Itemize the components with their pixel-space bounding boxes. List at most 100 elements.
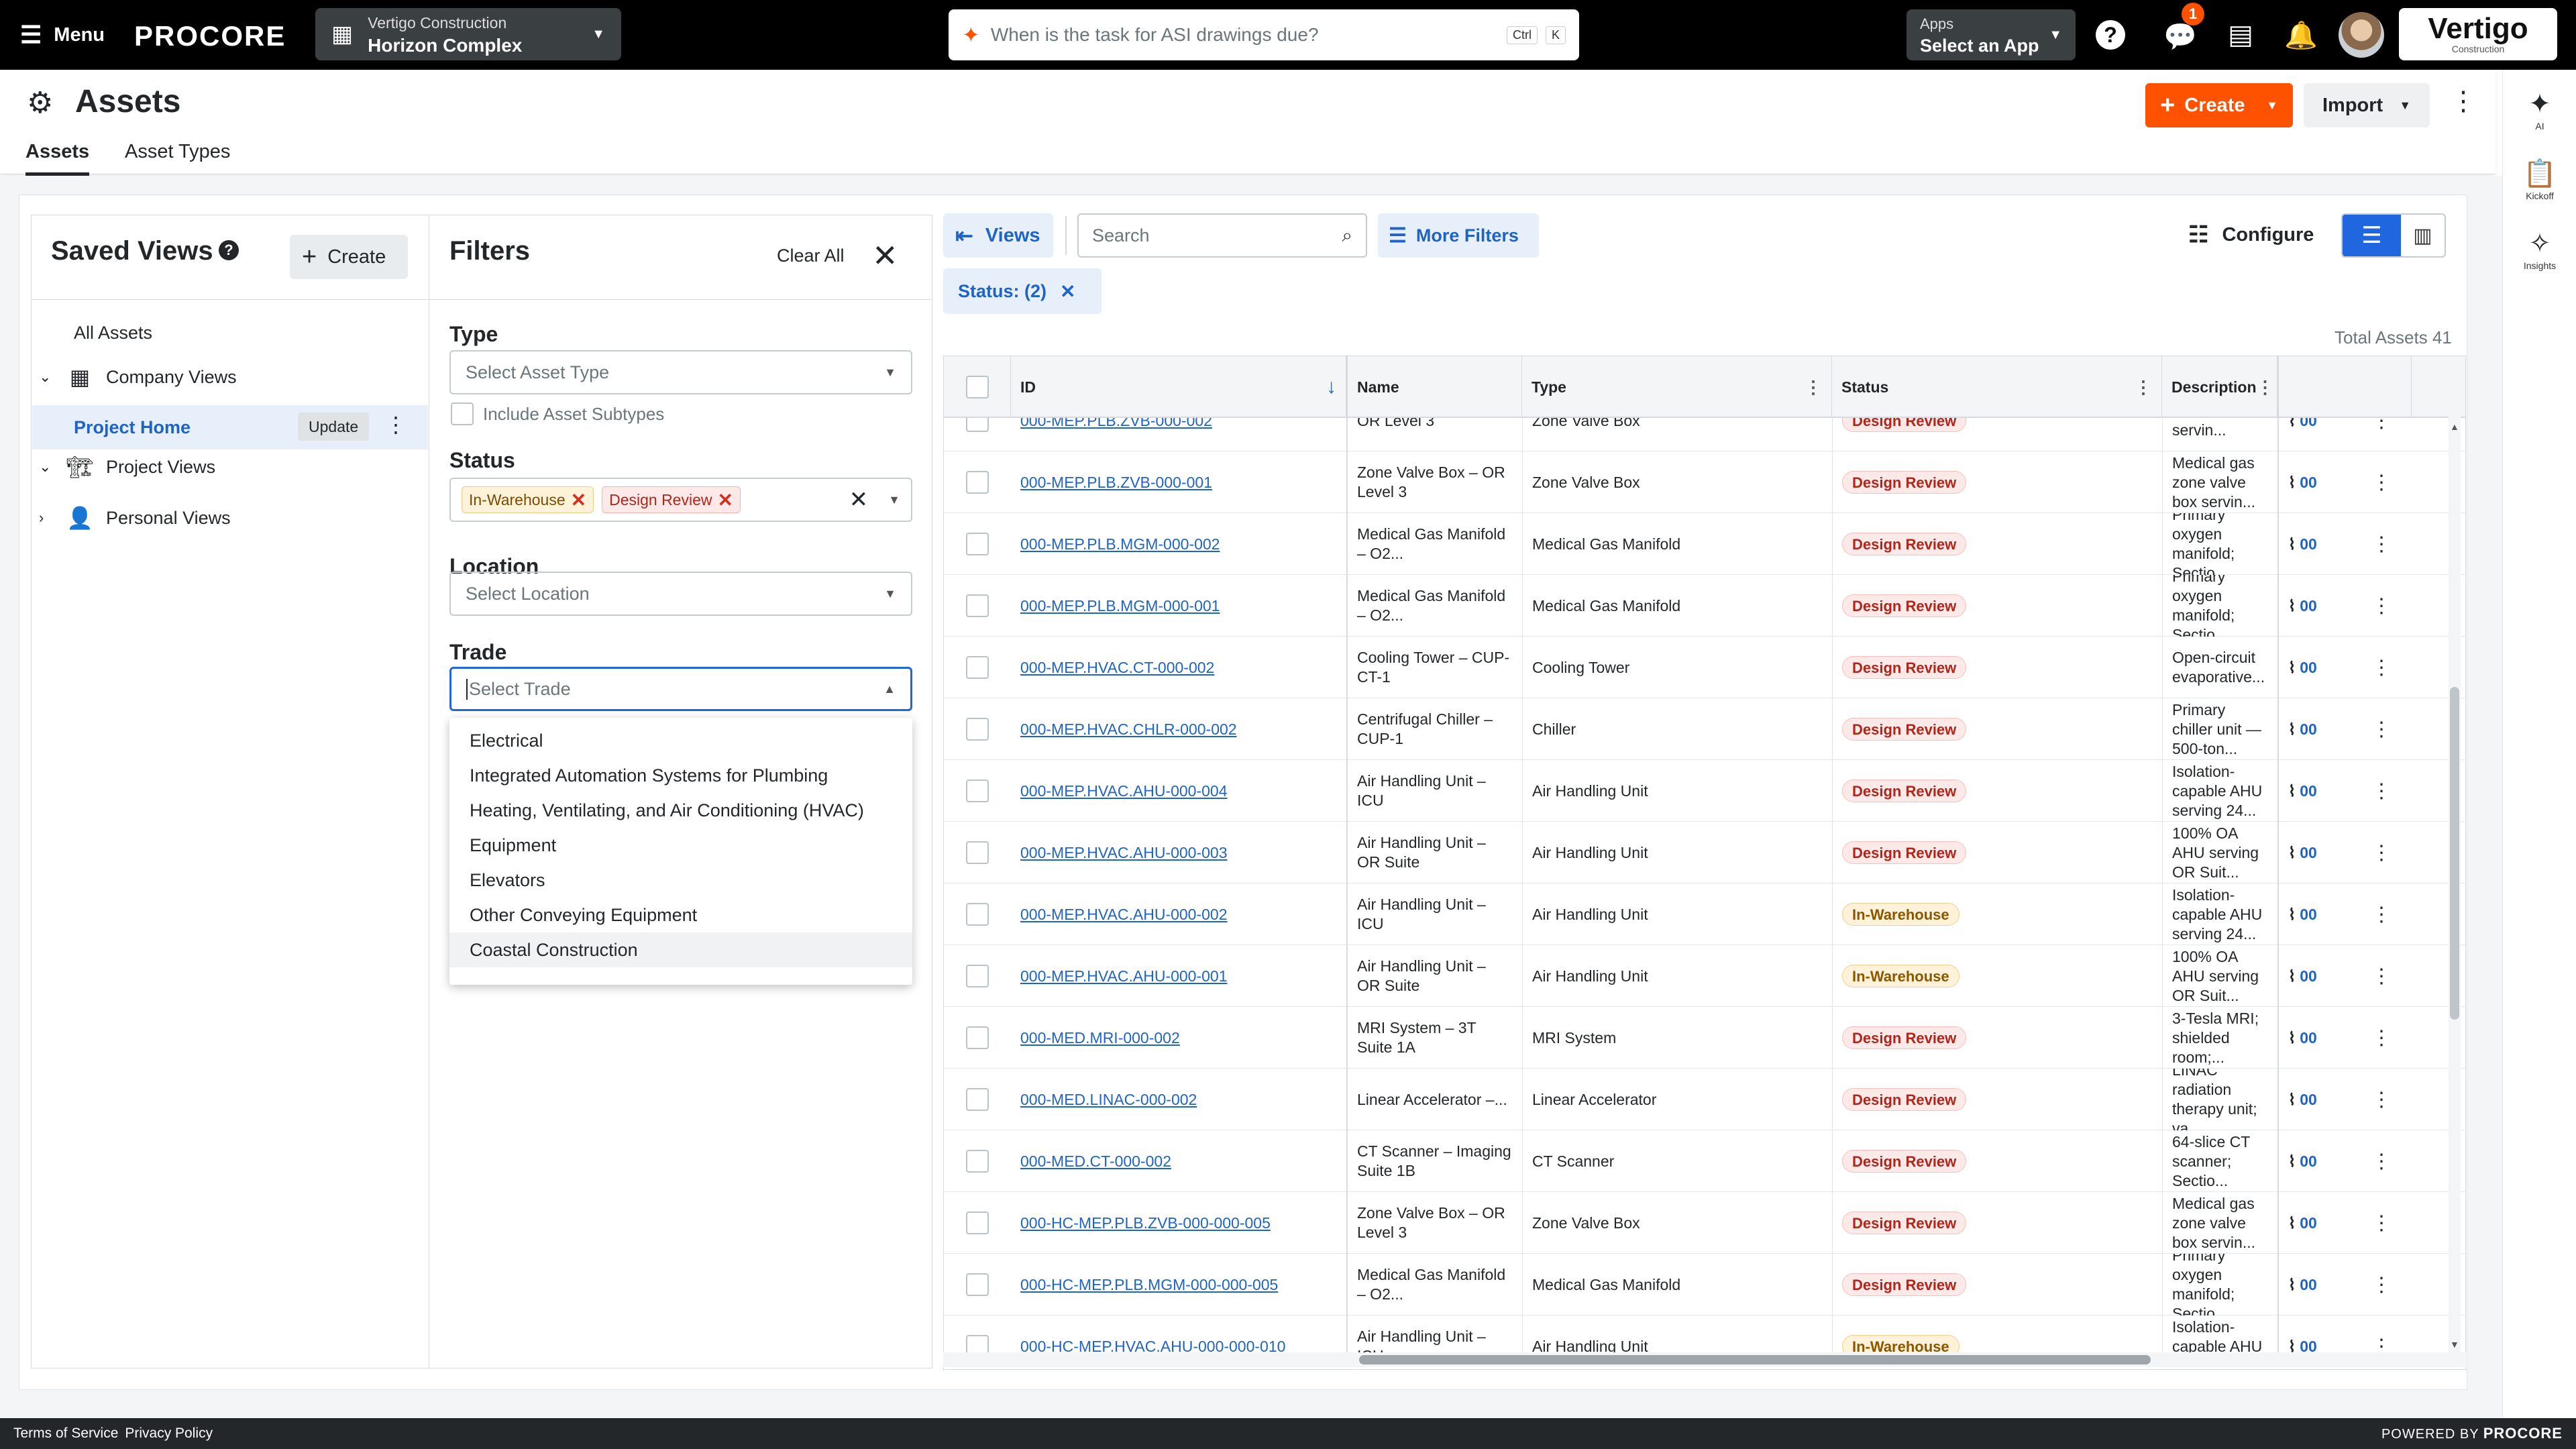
row-checkbox[interactable] bbox=[944, 637, 1011, 698]
row-actions-icon[interactable]: ⋮ bbox=[2351, 883, 2412, 945]
include-subtypes-checkbox[interactable]: Include Asset Subtypes bbox=[451, 402, 664, 425]
trade-select[interactable]: Select Trade ▲ bbox=[449, 667, 912, 711]
user-avatar[interactable] bbox=[2339, 12, 2384, 58]
row-checkbox[interactable] bbox=[944, 1192, 1011, 1254]
horizontal-scrollbar-thumb[interactable] bbox=[1359, 1355, 2151, 1364]
attachments-link[interactable]: ⌇ 00 bbox=[2277, 1130, 2351, 1192]
row-actions-icon[interactable]: ⋮ bbox=[2351, 451, 2412, 513]
asset-id-link[interactable]: 000-MEP.PLB.ZVB-000-002 bbox=[1011, 418, 1346, 451]
views-toggle-button[interactable]: ⇤ Views bbox=[943, 213, 1053, 258]
column-header-description[interactable]: Description ⋮ bbox=[2162, 356, 2277, 418]
tab-asset-types[interactable]: Asset Types bbox=[125, 141, 230, 163]
table-row[interactable]: 000-MED.MRI-000-002 MRI System – 3T Suite… bbox=[944, 1007, 2465, 1069]
tasks-icon[interactable]: ▤ bbox=[2222, 16, 2259, 54]
table-row[interactable]: 000-HC-MEP.PLB.ZVB-000-000-005 Zone Valve… bbox=[944, 1192, 2465, 1254]
column-header-id[interactable]: ID ↓ bbox=[1011, 356, 1346, 418]
status-select[interactable]: In-Warehouse ✕ Design Review ✕ ✕ ▼ bbox=[449, 478, 912, 522]
asset-id-link[interactable]: 000-MEP.PLB.ZVB-000-001 bbox=[1011, 451, 1346, 513]
gear-icon[interactable]: ⚙ bbox=[27, 86, 53, 120]
row-actions-icon[interactable]: ⋮ bbox=[2351, 1192, 2412, 1254]
trade-option-electrical[interactable]: Electrical bbox=[449, 723, 912, 758]
grid-search-input[interactable]: Search ⌕ bbox=[1077, 213, 1367, 258]
row-checkbox[interactable] bbox=[944, 883, 1011, 945]
table-row[interactable]: 000-MEP.PLB.ZVB-000-001 Zone Valve Box – … bbox=[944, 451, 2465, 513]
scroll-up-icon[interactable]: ▲ bbox=[2450, 421, 2459, 432]
trade-option-coastal-construction[interactable]: Coastal Construction bbox=[449, 932, 912, 967]
attachments-link[interactable]: ⌇ 00 bbox=[2277, 575, 2351, 637]
chevron-down-icon[interactable]: ⌄ bbox=[39, 458, 59, 476]
chevron-down-icon[interactable]: ⌄ bbox=[39, 368, 59, 386]
chevron-right-icon[interactable]: › bbox=[39, 509, 59, 527]
row-actions-icon[interactable]: ⋮ bbox=[2351, 1130, 2412, 1192]
rail-item-ai[interactable]: ✦ AI bbox=[2503, 87, 2576, 131]
more-filters-button[interactable]: ☰ More Filters bbox=[1378, 213, 1539, 258]
attachments-link[interactable]: ⌇ 00 bbox=[2277, 418, 2351, 451]
select-all-checkbox[interactable] bbox=[944, 356, 1011, 418]
help-icon[interactable]: ? bbox=[219, 240, 239, 260]
attachments-link[interactable]: ⌇ 00 bbox=[2277, 1316, 2351, 1357]
create-view-button[interactable]: + Create bbox=[290, 235, 408, 279]
attachments-link[interactable]: ⌇ 00 bbox=[2277, 822, 2351, 883]
trade-option-elevators[interactable]: Elevators bbox=[449, 863, 912, 898]
create-button[interactable]: + Create ▼ bbox=[2145, 83, 2293, 127]
attachments-link[interactable]: ⌇ 00 bbox=[2277, 883, 2351, 945]
attachments-link[interactable]: ⌇ 00 bbox=[2277, 1192, 2351, 1254]
table-row[interactable]: 000-MEP.PLB.ZVB-000-002 OR Level 3 Zone Va… bbox=[944, 418, 2465, 451]
privacy-link[interactable]: Privacy Policy bbox=[125, 1426, 213, 1442]
asset-id-link[interactable]: 000-MED.CT-000-002 bbox=[1011, 1130, 1346, 1192]
row-checkbox[interactable] bbox=[944, 1130, 1011, 1192]
attachments-link[interactable]: ⌇ 00 bbox=[2277, 513, 2351, 575]
row-actions-icon[interactable]: ⋮ bbox=[2351, 637, 2412, 698]
asset-id-link[interactable]: 000-MEP.HVAC.CHLR-000-002 bbox=[1011, 698, 1346, 760]
row-checkbox[interactable] bbox=[944, 822, 1011, 883]
table-row[interactable]: 000-MEP.HVAC.CT-000-002 Cooling Tower – C… bbox=[944, 637, 2465, 698]
row-checkbox[interactable] bbox=[944, 1069, 1011, 1130]
board-view-icon[interactable]: ▥ bbox=[2401, 215, 2445, 256]
asset-id-link[interactable]: 000-MED.MRI-000-002 bbox=[1011, 1007, 1346, 1069]
attachments-link[interactable]: ⌇ 00 bbox=[2277, 760, 2351, 822]
saved-view-company-views[interactable]: ⌄ ▦ Company Views bbox=[39, 362, 237, 392]
rail-item-kickoff[interactable]: 📋 Kickoff bbox=[2503, 157, 2576, 201]
table-row[interactable]: 000-MEP.HVAC.AHU-000-003 Air Handling Uni… bbox=[944, 822, 2465, 883]
asset-id-link[interactable]: 000-MEP.PLB.MGM-000-002 bbox=[1011, 513, 1346, 575]
rail-item-insights[interactable]: ✧ Insights bbox=[2503, 227, 2576, 271]
row-checkbox[interactable] bbox=[944, 451, 1011, 513]
table-row[interactable]: 000-HC-MEP.PLB.MGM-000-000-005 Medical Ga… bbox=[944, 1254, 2465, 1316]
attachments-link[interactable]: ⌇ 00 bbox=[2277, 1069, 2351, 1130]
asset-id-link[interactable]: 000-MEP.HVAC.CT-000-002 bbox=[1011, 637, 1346, 698]
help-icon[interactable]: ? bbox=[2092, 16, 2129, 54]
clear-all-button[interactable]: Clear All bbox=[777, 246, 845, 266]
asset-id-link[interactable]: 000-HC-MEP.PLB.MGM-000-000-005 bbox=[1011, 1254, 1346, 1316]
more-options-icon[interactable]: ⋮ bbox=[2450, 86, 2477, 117]
row-actions-icon[interactable]: ⋮ bbox=[2351, 1069, 2412, 1130]
row-actions-icon[interactable]: ⋮ bbox=[2351, 1254, 2412, 1316]
terms-link[interactable]: Terms of Service bbox=[13, 1426, 118, 1442]
row-checkbox[interactable] bbox=[944, 1254, 1011, 1316]
procore-logo[interactable]: PROCORE bbox=[134, 20, 286, 52]
trade-option-equipment[interactable]: Equipment bbox=[449, 828, 912, 863]
trade-option-other-conveying[interactable]: Other Conveying Equipment bbox=[449, 898, 912, 932]
update-view-button[interactable]: Update bbox=[298, 413, 370, 441]
row-checkbox[interactable] bbox=[944, 513, 1011, 575]
row-checkbox[interactable] bbox=[944, 760, 1011, 822]
row-checkbox[interactable] bbox=[944, 575, 1011, 637]
saved-view-project-views[interactable]: ⌄ 🏗 Project Views bbox=[39, 452, 215, 482]
scroll-down-icon[interactable]: ▼ bbox=[2450, 1339, 2459, 1350]
project-picker[interactable]: ▦ Vertigo Construction Horizon Complex ▼ bbox=[315, 8, 621, 60]
table-row[interactable]: 000-MEP.HVAC.AHU-000-004 Air Handling Uni… bbox=[944, 760, 2465, 822]
menu-button[interactable]: ☰ Menu bbox=[20, 20, 105, 50]
status-filter-chip[interactable]: Status: (2) ✕ bbox=[943, 268, 1102, 314]
table-row[interactable]: 000-MEP.HVAC.AHU-000-002 Air Handling Uni… bbox=[944, 883, 2465, 945]
sort-descending-icon[interactable]: ↓ bbox=[1326, 376, 1336, 398]
attachments-link[interactable]: ⌇ 00 bbox=[2277, 1007, 2351, 1069]
table-row[interactable]: 000-MEP.HVAC.AHU-000-001 Air Handling Uni… bbox=[944, 945, 2465, 1007]
row-checkbox[interactable] bbox=[944, 1316, 1011, 1357]
attachments-link[interactable]: ⌇ 00 bbox=[2277, 637, 2351, 698]
asset-id-link[interactable]: 000-MEP.HVAC.AHU-000-004 bbox=[1011, 760, 1346, 822]
column-menu-icon[interactable]: ⋮ bbox=[2135, 377, 2152, 398]
table-row[interactable]: 000-MED.LINAC-000-002 Linear Accelerator … bbox=[944, 1069, 2465, 1130]
remove-tag-icon[interactable]: ✕ bbox=[717, 489, 733, 511]
column-header-name[interactable]: Name bbox=[1346, 356, 1522, 418]
asset-id-link[interactable]: 000-MEP.HVAC.AHU-000-003 bbox=[1011, 822, 1346, 883]
row-actions-icon[interactable]: ⋮ bbox=[2351, 945, 2412, 1007]
